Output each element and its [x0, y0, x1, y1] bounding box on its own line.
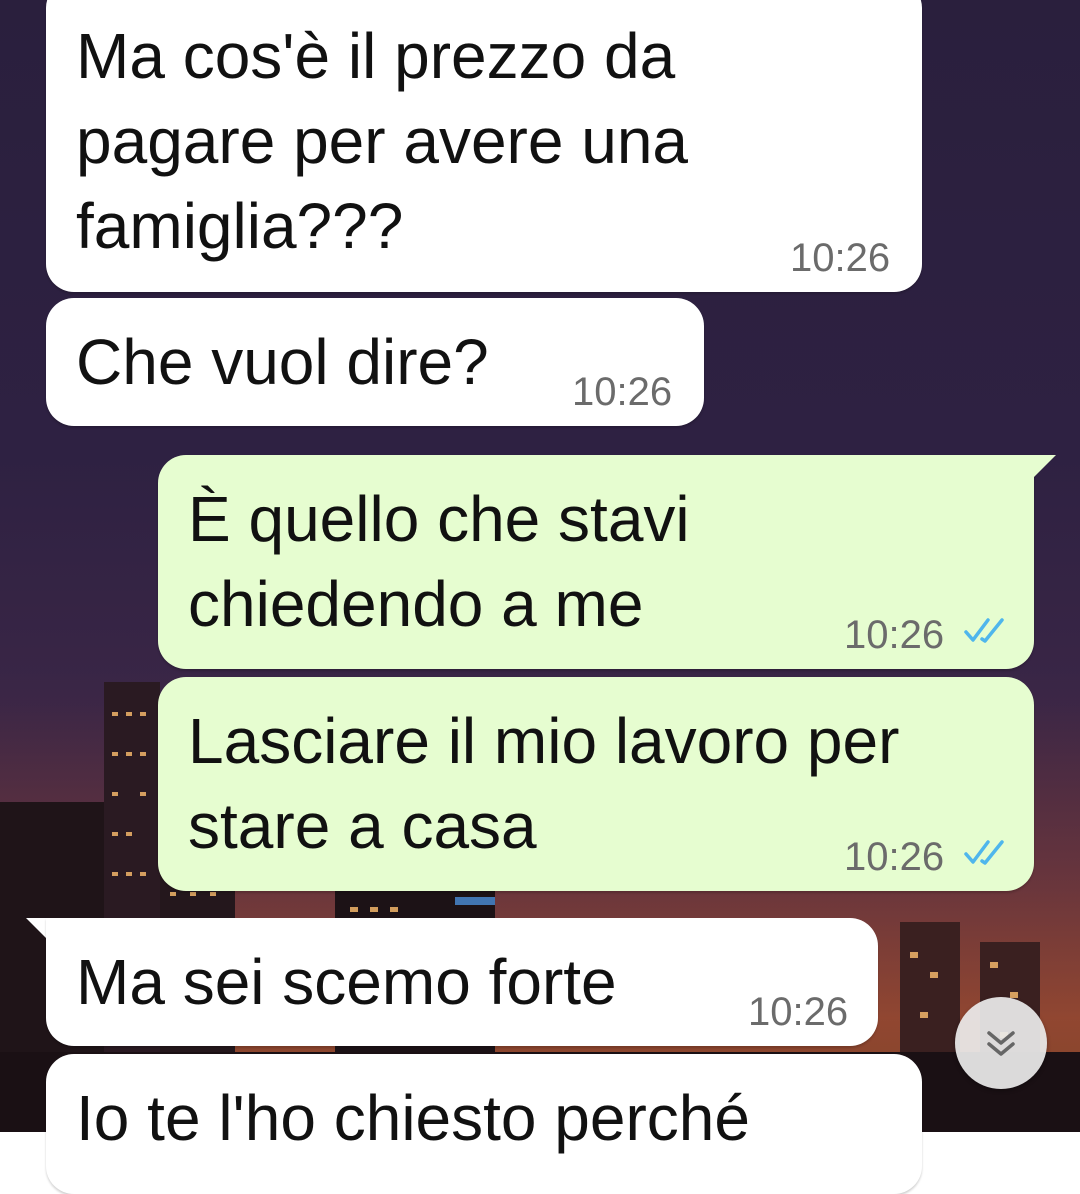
message-text: Ma cos'è il prezzo da pagare per avere u…: [76, 20, 688, 262]
message-time: 10:26: [844, 835, 945, 879]
message-time: 10:26: [572, 370, 673, 414]
message-bubble-outgoing[interactable]: È quello che stavi chiedendo a me 10:26: [158, 455, 1034, 669]
double-chevron-down-icon: [987, 1031, 1015, 1056]
message-bubble-incoming[interactable]: Ma cos'è il prezzo da pagare per avere u…: [46, 0, 922, 292]
scroll-to-bottom-button[interactable]: [955, 997, 1047, 1089]
message-text: Che vuol dire?: [76, 326, 489, 398]
message-text: Io te l'ho chiesto perché: [76, 1082, 750, 1154]
double-check-icon: [964, 840, 1004, 865]
message-bubble-incoming[interactable]: Ma sei scemo forte 10:26: [46, 918, 878, 1046]
message-bubble-incoming[interactable]: Io te l'ho chiesto perché: [46, 1054, 922, 1194]
message-time: 10:26: [844, 613, 945, 657]
double-check-icon: [964, 618, 1004, 643]
message-time: 10:26: [790, 236, 891, 280]
message-text: È quello che stavi chiedendo a me: [188, 483, 690, 640]
message-text: Lasciare il mio lavoro per stare a casa: [188, 705, 900, 862]
message-bubble-incoming[interactable]: Che vuol dire? 10:26: [46, 298, 704, 426]
message-bubble-outgoing[interactable]: Lasciare il mio lavoro per stare a casa …: [158, 677, 1034, 891]
message-text: Ma sei scemo forte: [76, 946, 617, 1018]
message-time: 10:26: [748, 990, 849, 1034]
bubble-tail-outgoing: [1030, 455, 1056, 481]
